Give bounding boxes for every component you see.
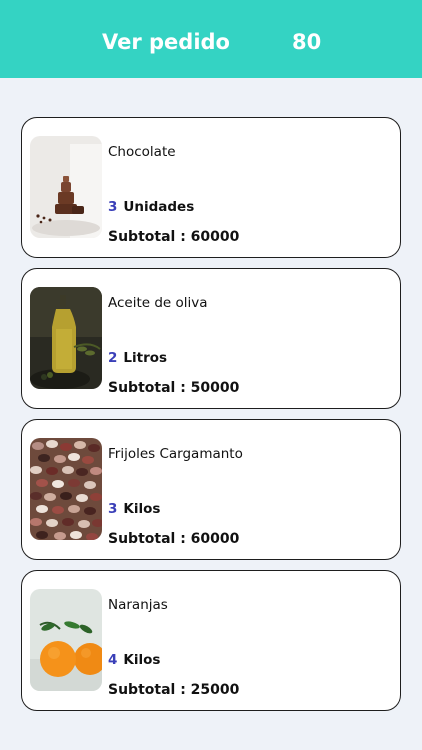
order-item-card[interactable]: Chocolate 3 Unidades Subtotal : 60000 [21, 117, 401, 258]
item-subtotal: Subtotal : 60000 [108, 531, 239, 547]
header-bar: Ver pedido 80 [0, 0, 422, 78]
subtotal-label: Subtotal : [108, 380, 191, 396]
item-quantity: 3 Kilos [108, 501, 160, 517]
subtotal-label: Subtotal : [108, 229, 191, 245]
item-name: Naranjas [108, 597, 168, 613]
quantity-value: 4 [108, 652, 118, 668]
item-quantity: 2 Litros [108, 350, 167, 366]
subtotal-label: Subtotal : [108, 682, 191, 698]
item-name: Frijoles Cargamanto [108, 446, 243, 462]
beans-photo-icon [30, 438, 102, 540]
page-title: Ver pedido [102, 30, 230, 54]
oranges-photo-icon [30, 589, 102, 691]
item-quantity: 3 Unidades [108, 199, 194, 215]
quantity-unit: Kilos [123, 501, 161, 517]
item-subtotal: Subtotal : 25000 [108, 682, 239, 698]
item-subtotal: Subtotal : 60000 [108, 229, 239, 245]
subtotal-value: 60000 [190, 229, 240, 245]
order-count: 80 [292, 30, 322, 54]
order-list: Chocolate 3 Unidades Subtotal : 60000 Ac… [21, 117, 401, 721]
quantity-unit: Unidades [123, 199, 195, 215]
subtotal-value: 50000 [190, 380, 240, 396]
quantity-unit: Litros [123, 350, 168, 366]
quantity-value: 3 [108, 199, 118, 215]
quantity-unit: Kilos [123, 652, 161, 668]
item-name: Chocolate [108, 144, 176, 160]
order-item-card[interactable]: Aceite de oliva 2 Litros Subtotal : 50000 [21, 268, 401, 409]
item-subtotal: Subtotal : 50000 [108, 380, 239, 396]
subtotal-label: Subtotal : [108, 531, 191, 547]
order-item-card[interactable]: Frijoles Cargamanto 3 Kilos Subtotal : 60… [21, 419, 401, 560]
chocolate-photo-icon [30, 136, 102, 238]
order-item-card[interactable]: Naranjas 4 Kilos Subtotal : 25000 [21, 570, 401, 711]
olive-oil-photo-icon [30, 287, 102, 389]
quantity-value: 2 [108, 350, 118, 366]
item-name: Aceite de oliva [108, 295, 208, 311]
item-quantity: 4 Kilos [108, 652, 160, 668]
subtotal-value: 60000 [190, 531, 240, 547]
quantity-value: 3 [108, 501, 118, 517]
subtotal-value: 25000 [190, 682, 240, 698]
